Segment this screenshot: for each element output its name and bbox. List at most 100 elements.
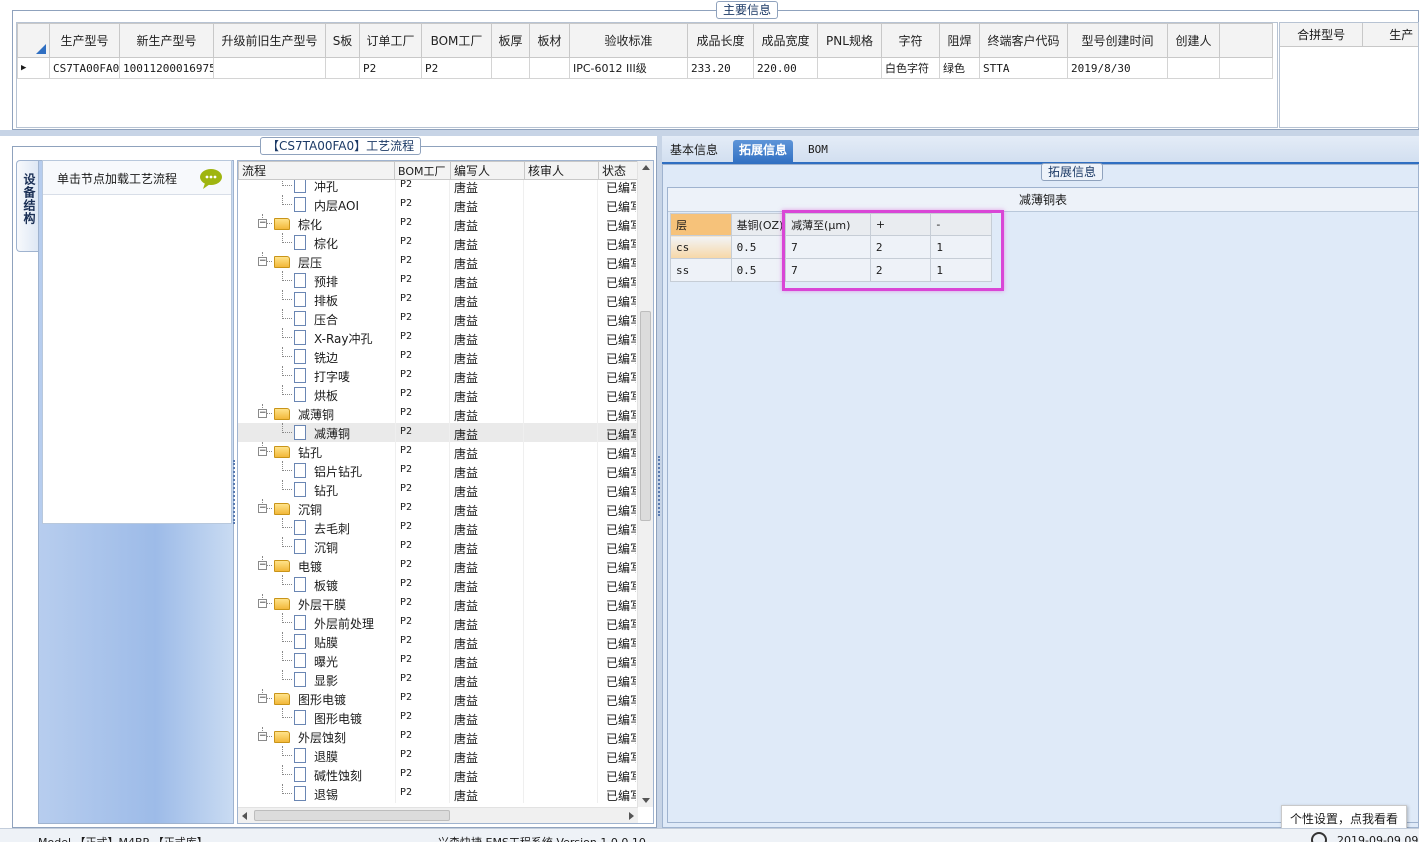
col-header-layer[interactable]: 层	[670, 213, 732, 236]
tree-step-row[interactable]: 图形电镀 P2 唐益 已编写	[238, 708, 642, 727]
cell-11[interactable]: 220.00	[753, 57, 818, 79]
tree-step-row[interactable]: 棕化 P2 唐益 已编写	[238, 233, 642, 252]
tree-vscrollbar[interactable]	[637, 161, 653, 807]
tab-extended-info[interactable]: 拓展信息	[733, 140, 794, 164]
tree-step-row[interactable]: 退膜 P2 唐益 已编写	[238, 746, 642, 765]
col-header-6[interactable]: BOM工厂	[421, 23, 492, 58]
cell-9[interactable]: IPC-6012 III级	[569, 57, 688, 79]
collapse-icon[interactable]: −	[258, 694, 267, 703]
col-header-14[interactable]: 阻焊	[939, 23, 980, 58]
col-header-status[interactable]: 状态	[598, 161, 643, 180]
col-header-flow[interactable]: 流程	[238, 161, 395, 180]
tree-step-row[interactable]: 铣边 P2 唐益 已编写	[238, 347, 642, 366]
thin-copper-cell[interactable]: 0.5	[730, 235, 787, 259]
cell-15[interactable]: STTA	[979, 57, 1068, 79]
col-header-15[interactable]: 终端客户代码	[979, 23, 1068, 58]
tree-group-row[interactable]: − 层压 P2 唐益 已编写	[238, 252, 642, 271]
grid-corner[interactable]	[17, 23, 50, 58]
tree-step-row[interactable]: 打字唛 P2 唐益 已编写	[238, 366, 642, 385]
tree-group-row[interactable]: − 沉铜 P2 唐益 已编写	[238, 499, 642, 518]
col-header-writer[interactable]: 编写人	[450, 161, 525, 180]
collapse-icon[interactable]: −	[258, 409, 267, 418]
tree-step-row[interactable]: 烘板 P2 唐益 已编写	[238, 385, 642, 404]
tree-step-row[interactable]: 内层AOI P2 唐益 已编写	[238, 195, 642, 214]
col-header-16[interactable]: 型号创建时间	[1067, 23, 1168, 58]
cell-7[interactable]	[491, 57, 530, 79]
col-header-10[interactable]: 成品长度	[687, 23, 754, 58]
col-header-4[interactable]: S板	[325, 23, 360, 58]
col-header-reviewer[interactable]: 核审人	[524, 161, 599, 180]
thin-copper-cell[interactable]: cs	[670, 235, 732, 259]
tree-step-row[interactable]: 退锡 P2 唐益 已编写	[238, 784, 642, 803]
cell-16[interactable]: 2019/8/30	[1067, 57, 1168, 79]
cell-14[interactable]: 绿色	[939, 57, 980, 79]
tree-step-row[interactable]: 沉铜 P2 唐益 已编写	[238, 537, 642, 556]
tree-step-row[interactable]: 预排 P2 唐益 已编写	[238, 271, 642, 290]
tree-hscrollbar[interactable]	[238, 807, 638, 823]
tree-group-row[interactable]: − 减薄铜 P2 唐益 已编写	[238, 404, 642, 423]
tree-step-row[interactable]: 减薄铜 P2 唐益 已编写	[238, 423, 642, 442]
col-header-bom-factory[interactable]: BOM工厂	[394, 161, 451, 180]
col-header-2[interactable]: 新生产型号	[119, 23, 214, 58]
tree-step-row[interactable]: 碱性蚀刻 P2 唐益 已编写	[238, 765, 642, 784]
cell-8[interactable]	[529, 57, 570, 79]
side-tab-equipment[interactable]: 设备结构	[16, 160, 40, 252]
tree-step-row[interactable]: 钻孔 P2 唐益 已编写	[238, 480, 642, 499]
tree-step-row[interactable]: 压合 P2 唐益 已编写	[238, 309, 642, 328]
tree-step-row[interactable]: 冲孔 P2 唐益 已编写	[238, 180, 642, 195]
tree-step-row[interactable]: 显影 P2 唐益 已编写	[238, 670, 642, 689]
tree-step-row[interactable]: 贴膜 P2 唐益 已编写	[238, 632, 642, 651]
tree-step-row[interactable]: 去毛刺 P2 唐益 已编写	[238, 518, 642, 537]
tree-step-row[interactable]: 铝片钻孔 P2 唐益 已编写	[238, 461, 642, 480]
col-header-7[interactable]: 板厚	[491, 23, 530, 58]
tree-group-row[interactable]: − 外层干膜 P2 唐益 已编写	[238, 594, 642, 613]
col-header-13[interactable]: 字符	[881, 23, 940, 58]
collapse-icon[interactable]: −	[258, 732, 267, 741]
tree-group-row[interactable]: − 电镀 P2 唐益 已编写	[238, 556, 642, 575]
speech-bubble-icon[interactable]	[199, 169, 223, 189]
cell-17[interactable]	[1167, 57, 1220, 79]
thin-copper-cell[interactable]: 0.5	[730, 258, 787, 282]
cell-4[interactable]	[325, 57, 360, 79]
cell-5[interactable]: P2	[359, 57, 422, 79]
col-header-8[interactable]: 板材	[529, 23, 570, 58]
col-header-5[interactable]: 订单工厂	[359, 23, 422, 58]
collapse-icon[interactable]: −	[258, 599, 267, 608]
collapse-icon[interactable]: −	[258, 504, 267, 513]
collapse-icon[interactable]: −	[258, 219, 267, 228]
tree-vscroll-thumb[interactable]	[640, 311, 651, 521]
cell-6[interactable]: P2	[421, 57, 492, 79]
col-header-merge-model[interactable]: 合拼型号	[1280, 23, 1364, 46]
tab-bom[interactable]: BOM	[802, 140, 834, 162]
col-header-3[interactable]: 升级前旧生产型号	[213, 23, 326, 58]
col-header-production[interactable]: 生产	[1363, 23, 1418, 46]
cell-3[interactable]	[213, 57, 326, 79]
tree-step-row[interactable]: X-Ray冲孔 P2 唐益 已编写	[238, 328, 642, 347]
tree-group-row[interactable]: − 外层蚀刻 P2 唐益 已编写	[238, 727, 642, 746]
tree-hscroll-thumb[interactable]	[254, 810, 450, 821]
col-header-9[interactable]: 验收标准	[569, 23, 688, 58]
row-indicator[interactable]: ▶	[17, 57, 50, 79]
tree-step-row[interactable]: 板镀 P2 唐益 已编写	[238, 575, 642, 594]
col-header-11[interactable]: 成品宽度	[753, 23, 818, 58]
tree-step-row[interactable]: 外层前处理 P2 唐益 已编写	[238, 613, 642, 632]
col-header-12[interactable]: PNL规格	[817, 23, 882, 58]
cell-12[interactable]	[817, 57, 882, 79]
tree-step-row[interactable]: 曝光 P2 唐益 已编写	[238, 651, 642, 670]
col-header-base-copper[interactable]: 基铜(OZ)	[730, 213, 787, 236]
tree-step-row[interactable]: 排板 P2 唐益 已编写	[238, 290, 642, 309]
thin-copper-cell[interactable]: ss	[670, 258, 732, 282]
collapse-icon[interactable]: −	[258, 257, 267, 266]
collapse-icon[interactable]: −	[258, 561, 267, 570]
cell-10[interactable]: 233.20	[687, 57, 754, 79]
cell-1[interactable]: CS7TA00FA0	[49, 57, 120, 79]
cell-13[interactable]: 白色字符	[881, 57, 940, 79]
cell-2[interactable]: 10011200016975	[119, 57, 214, 79]
tab-basic-info[interactable]: 基本信息	[664, 140, 724, 162]
collapse-icon[interactable]: −	[258, 447, 267, 456]
tree-group-row[interactable]: − 图形电镀 P2 唐益 已编写	[238, 689, 642, 708]
col-header-17[interactable]: 创建人	[1167, 23, 1220, 58]
tree-group-row[interactable]: − 钻孔 P2 唐益 已编写	[238, 442, 642, 461]
col-header-1[interactable]: 生产型号	[49, 23, 120, 58]
tree-group-row[interactable]: − 棕化 P2 唐益 已编写	[238, 214, 642, 233]
